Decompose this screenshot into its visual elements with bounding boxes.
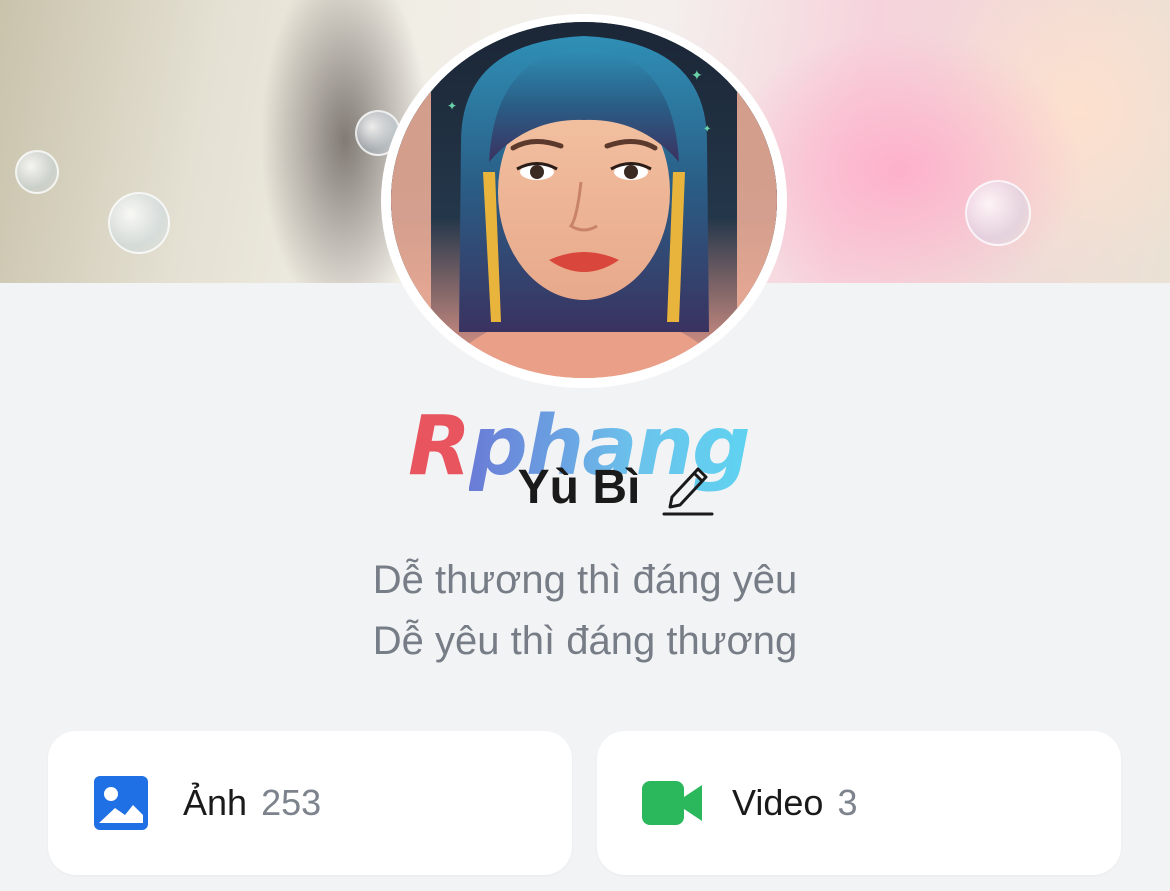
bio-line-2: Dễ yêu thì đáng thương — [372, 619, 798, 663]
profile-name-row: Yù Bì — [0, 452, 1170, 522]
bio-line-1: Dễ thương thì đáng yêu — [372, 558, 798, 602]
pencil-edit-icon[interactable] — [662, 457, 714, 517]
video-camera-icon — [642, 775, 702, 831]
svg-text:✦: ✦ — [447, 99, 457, 113]
image-icon — [93, 775, 149, 831]
bubble-decoration — [965, 180, 1031, 246]
svg-text:✦: ✦ — [691, 68, 703, 84]
photos-card[interactable]: Ảnh 253 — [48, 731, 572, 875]
videos-card[interactable]: Video 3 — [597, 731, 1121, 875]
avatar[interactable]: ✦ ✦ ✦ — [391, 22, 777, 378]
svg-text:✦: ✦ — [703, 124, 711, 135]
videos-label: Video — [732, 782, 824, 823]
videos-count: 3 — [837, 782, 858, 823]
bubble-decoration — [108, 192, 170, 254]
profile-name: Yù Bì — [517, 460, 641, 514]
photos-label: Ảnh — [183, 782, 248, 823]
bubble-decoration — [15, 150, 59, 194]
photos-count: 253 — [261, 782, 322, 823]
avatar-illustration: ✦ ✦ ✦ — [391, 22, 777, 378]
